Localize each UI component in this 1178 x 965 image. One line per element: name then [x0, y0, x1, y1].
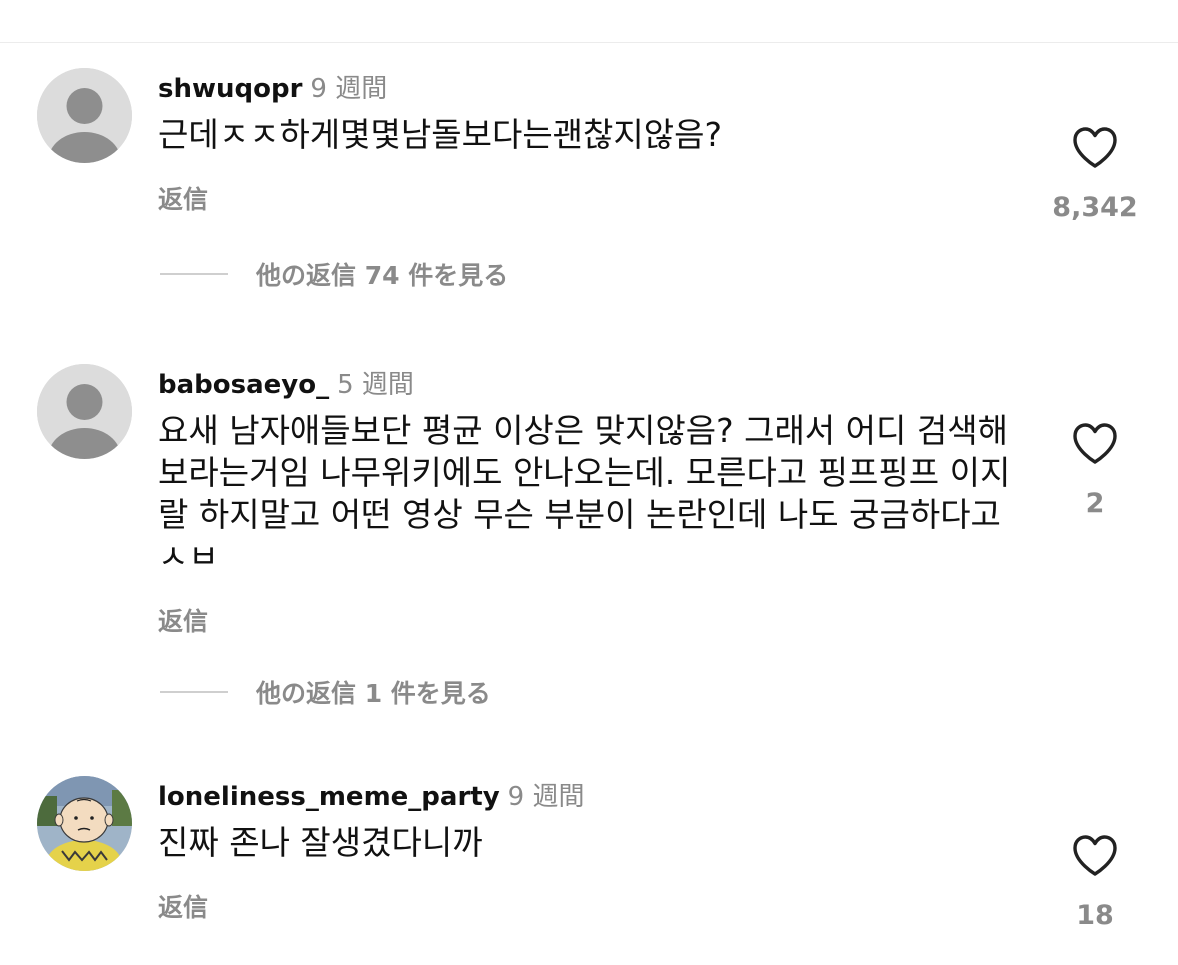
comment-header: shwuqopr 9 週間: [158, 72, 387, 106]
default-avatar-icon: [37, 364, 132, 459]
like-count: 18: [1076, 900, 1114, 931]
like-count: 8,342: [1052, 192, 1138, 223]
comment-header: babosaeyo_ 5 週間: [158, 368, 414, 402]
replies-divider-line: [160, 273, 228, 275]
avatar[interactable]: [37, 68, 132, 163]
cartoon-avatar-icon: [37, 776, 132, 871]
like-area: 2: [1040, 422, 1150, 519]
avatar[interactable]: [37, 364, 132, 459]
avatar[interactable]: [37, 776, 132, 871]
timestamp: 9 週間: [310, 74, 388, 104]
reply-button[interactable]: 返信: [158, 888, 208, 924]
username[interactable]: loneliness_meme_party: [158, 782, 500, 812]
comment-text: 근데ㅈㅈ하게몇몇남돌보다는괜찮지않음?: [158, 115, 722, 154]
view-replies-label: 他の返信 1 件を見る: [256, 679, 491, 708]
like-count: 2: [1085, 488, 1105, 519]
like-area: 18: [1040, 834, 1150, 931]
reply-button[interactable]: 返信: [158, 180, 208, 216]
view-replies-button[interactable]: 他の返信 1 件を見る: [160, 674, 491, 710]
view-replies-button[interactable]: 他の返信 74 件を見る: [160, 256, 508, 292]
timestamp: 5 週間: [337, 370, 414, 400]
view-replies-label: 他の返信 74 件を見る: [256, 261, 509, 290]
comments-screen: shwuqopr 9 週間 근데ㅈㅈ하게몇몇남돌보다는괜찮지않음? 返信 他の返信…: [0, 0, 1178, 965]
default-avatar-icon: [37, 68, 132, 163]
heart-icon[interactable]: [1071, 834, 1119, 878]
heart-icon[interactable]: [1071, 126, 1119, 170]
username[interactable]: shwuqopr: [158, 74, 302, 104]
like-area: 8,342: [1040, 126, 1150, 223]
timestamp: 9 週間: [507, 782, 585, 812]
reply-button[interactable]: 返信: [158, 602, 208, 638]
heart-icon[interactable]: [1071, 422, 1119, 466]
username[interactable]: babosaeyo_: [158, 370, 329, 400]
comment-text: 진짜 존나 잘생겼다니까: [158, 823, 483, 862]
comment-header: loneliness_meme_party 9 週間: [158, 780, 584, 814]
replies-divider-line: [160, 691, 228, 693]
comment-text: 요새 남자애들보단 평균 이상은 맞지않음? 그래서 어디 검색해보라는거임 나…: [158, 411, 1011, 576]
top-divider: [0, 42, 1178, 43]
